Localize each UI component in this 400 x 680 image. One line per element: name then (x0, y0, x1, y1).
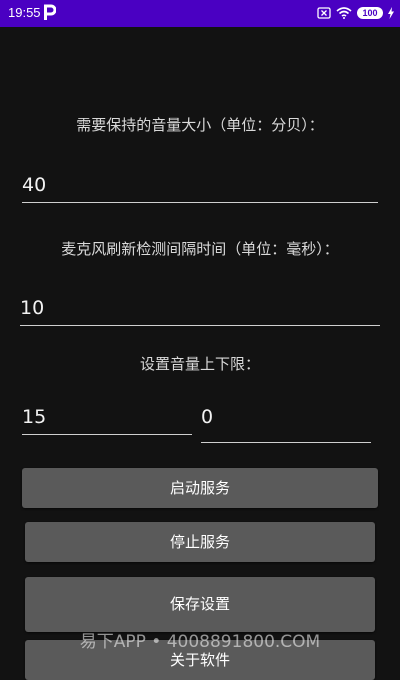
battery-indicator: 100 (357, 7, 383, 19)
interval-input[interactable] (20, 291, 380, 325)
volume-input[interactable] (22, 168, 378, 202)
interval-label: 麦克风刷新检测间隔时间（单位：毫秒）： (61, 240, 339, 258)
interval-field[interactable] (20, 291, 380, 326)
volume-label: 需要保持的音量大小（单位：分贝）： (76, 116, 324, 134)
notification-x-icon (317, 7, 331, 19)
start-service-button[interactable]: 启动服务 (22, 468, 378, 508)
stop-service-button[interactable]: 停止服务 (25, 522, 375, 562)
about-app-button[interactable]: 关于软件 (25, 640, 375, 680)
range-upper-input[interactable] (22, 400, 192, 434)
volume-field[interactable] (22, 168, 378, 203)
p-app-icon (44, 4, 56, 20)
status-icons: 100 (317, 5, 394, 21)
range-lower-input[interactable] (201, 400, 371, 434)
range-upper-field[interactable] (22, 400, 192, 435)
save-settings-button[interactable]: 保存设置 (25, 577, 375, 632)
status-bar: 19:55 100 (0, 0, 400, 27)
status-time: 19:55 (8, 5, 41, 20)
range-lower-field[interactable] (201, 400, 371, 443)
charging-bolt-icon (388, 7, 394, 19)
wifi-icon (336, 7, 352, 19)
range-label: 设置音量上下限： (139, 355, 260, 373)
